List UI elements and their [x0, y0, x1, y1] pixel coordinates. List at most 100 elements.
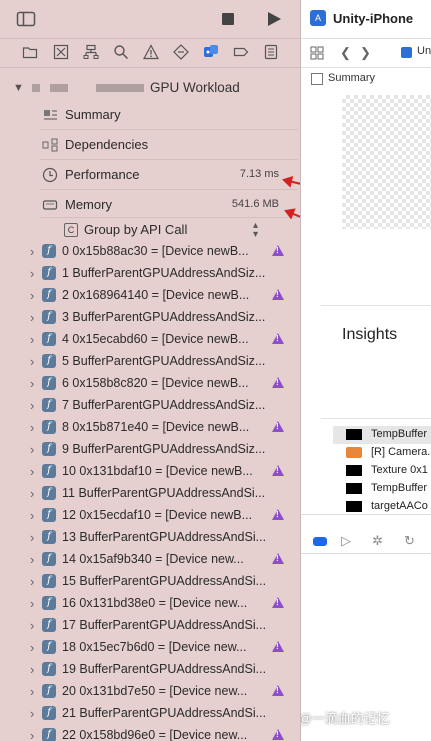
warning-icon[interactable] — [272, 333, 284, 344]
memory-item[interactable]: Memory 541.6 MB — [40, 191, 295, 219]
warning-icon[interactable] — [272, 597, 284, 608]
api-call-row[interactable]: › f 18 0x15ec7b6d0 = [Device new... — [0, 637, 300, 659]
breakpoint-icon[interactable] — [233, 44, 249, 60]
chevron-right-icon[interactable]: › — [30, 706, 34, 721]
report-icon[interactable] — [263, 44, 279, 60]
chevron-right-icon[interactable]: › — [30, 618, 34, 633]
group-by-selector[interactable]: C Group by API Call ▴ ▾ — [64, 219, 294, 241]
chevron-right-icon[interactable]: › — [30, 464, 34, 479]
api-call-row[interactable]: › f 13 BufferParentGPUAddressAndSi... — [0, 527, 300, 549]
stepper-icon[interactable]: ▴ ▾ — [253, 221, 258, 240]
chevron-right-icon[interactable]: › — [30, 728, 34, 741]
summary-item[interactable]: Summary — [40, 101, 295, 129]
chevron-right-icon[interactable]: › — [30, 332, 34, 347]
jump-bar-crumb[interactable]: Uni — [417, 45, 431, 57]
chevron-right-icon[interactable]: › — [30, 354, 34, 369]
warning-icon[interactable] — [272, 465, 284, 476]
api-call-row[interactable]: › f 11 BufferParentGPUAddressAndSi... — [0, 483, 300, 505]
breakpoints-toggle-icon[interactable] — [313, 537, 327, 546]
chevron-right-icon[interactable]: › — [30, 266, 34, 281]
redacted-block — [50, 84, 68, 92]
continue-icon[interactable]: ▷ — [341, 533, 351, 549]
resource-item[interactable]: [R] Camera. — [333, 444, 431, 462]
gpu-workload-root[interactable]: ▼ GPU Workload — [0, 78, 300, 100]
folder-icon[interactable] — [22, 44, 38, 60]
api-call-row[interactable]: › f 10 0x131bdaf10 = [Device newB... — [0, 461, 300, 483]
warning-icon[interactable] — [272, 729, 284, 740]
chevron-right-icon[interactable]: › — [30, 662, 34, 677]
api-call-row[interactable]: › f 14 0x15af9b340 = [Device new... — [0, 549, 300, 571]
api-call-row[interactable]: › f 4 0x15ecabd60 = [Device newB... — [0, 329, 300, 351]
api-call-row[interactable]: › f 20 0x131bd7e50 = [Device new... — [0, 681, 300, 703]
api-call-row[interactable]: › f 17 BufferParentGPUAddressAndSi... — [0, 615, 300, 637]
chevron-down-icon[interactable]: ▼ — [13, 82, 24, 94]
warning-icon[interactable] — [272, 377, 284, 388]
api-call-row[interactable]: › f 6 0x158b8c820 = [Device newB... — [0, 373, 300, 395]
source-control-icon[interactable] — [53, 44, 69, 60]
search-icon[interactable] — [113, 44, 129, 60]
warning-icon[interactable] — [272, 641, 284, 652]
issue-icon[interactable] — [143, 44, 159, 60]
chevron-right-icon[interactable]: › — [30, 508, 34, 523]
sidebar-toggle-icon[interactable] — [16, 9, 36, 29]
function-icon: f — [42, 442, 56, 456]
api-call-label: 6 0x158b8c820 = [Device newB... — [62, 376, 249, 390]
warning-icon[interactable] — [272, 421, 284, 432]
api-call-row[interactable]: › f 12 0x15ecdaf10 = [Device newB... — [0, 505, 300, 527]
dependencies-item[interactable]: Dependencies — [40, 131, 295, 159]
chevron-right-icon[interactable]: › — [30, 552, 34, 567]
api-call-row[interactable]: › f 19 BufferParentGPUAddressAndSi... — [0, 659, 300, 681]
resource-label: [R] Camera. — [371, 446, 431, 458]
api-call-row[interactable]: › f 3 BufferParentGPUAddressAndSiz... — [0, 307, 300, 329]
api-call-label: 20 0x131bd7e50 = [Device new... — [62, 684, 248, 698]
warning-icon[interactable] — [272, 553, 284, 564]
chevron-right-icon[interactable]: › — [30, 684, 34, 699]
api-call-row[interactable]: › f 8 0x15b871e40 = [Device newB... — [0, 417, 300, 439]
warning-icon[interactable] — [272, 685, 284, 696]
reload-icon[interactable]: ↻ — [404, 533, 415, 549]
api-call-row[interactable]: › f 2 0x168964140 = [Device newB... — [0, 285, 300, 307]
chevron-right-icon[interactable]: › — [30, 420, 34, 435]
stop-icon[interactable] — [218, 9, 238, 29]
api-call-row[interactable]: › f 9 BufferParentGPUAddressAndSiz... — [0, 439, 300, 461]
chevron-right-icon[interactable]: › — [30, 376, 34, 391]
back-icon[interactable]: ❮ — [340, 45, 351, 61]
run-icon[interactable] — [264, 9, 284, 29]
hierarchy-icon[interactable] — [83, 44, 99, 60]
warning-icon[interactable] — [272, 245, 284, 256]
api-call-row[interactable]: › f 5 BufferParentGPUAddressAndSiz... — [0, 351, 300, 373]
watermark: 知乎 @一滴血的记忆 — [301, 711, 390, 726]
bug-icon[interactable]: ✲ — [372, 533, 383, 549]
forward-icon[interactable]: ❯ — [360, 45, 371, 61]
warning-icon[interactable] — [272, 289, 284, 300]
redacted-block — [32, 84, 40, 92]
chevron-right-icon[interactable]: › — [30, 244, 34, 259]
warning-icon[interactable] — [272, 509, 284, 520]
chevron-right-icon[interactable]: › — [30, 442, 34, 457]
chevron-right-icon[interactable]: › — [30, 530, 34, 545]
performance-item[interactable]: Performance 7.13 ms — [40, 161, 295, 189]
api-call-row[interactable]: › f 16 0x131bd38e0 = [Device new... — [0, 593, 300, 615]
chevron-right-icon[interactable]: › — [30, 596, 34, 611]
chevron-right-icon[interactable]: › — [30, 574, 34, 589]
chevron-right-icon[interactable]: › — [30, 310, 34, 325]
resource-item[interactable]: TempBuffer — [333, 480, 431, 498]
row-divider — [40, 129, 298, 130]
api-call-row[interactable]: › f 22 0x158bd96e0 = [Device new... — [0, 725, 300, 741]
test-icon[interactable] — [173, 44, 189, 60]
api-call-row[interactable]: › f 15 BufferParentGPUAddressAndSi... — [0, 571, 300, 593]
chevron-right-icon[interactable]: › — [30, 640, 34, 655]
chevron-right-icon[interactable]: › — [30, 398, 34, 413]
scheme-bar[interactable]: A Unity-iPhone — [301, 0, 431, 38]
api-call-row[interactable]: › f 0 0x15b88ac30 = [Device newB... — [0, 241, 300, 263]
api-call-row[interactable]: › f 7 BufferParentGPUAddressAndSiz... — [0, 395, 300, 417]
workload-title: GPU Workload — [150, 80, 240, 95]
chevron-right-icon[interactable]: › — [30, 288, 34, 303]
resource-item[interactable]: Texture 0x1 — [333, 462, 431, 480]
grid-icon[interactable] — [310, 46, 324, 60]
debug-icon[interactable] — [203, 44, 219, 60]
api-call-row[interactable]: › f 1 BufferParentGPUAddressAndSiz... — [0, 263, 300, 285]
resource-item[interactable]: TempBuffer — [333, 426, 431, 444]
chevron-right-icon[interactable]: › — [30, 486, 34, 501]
api-call-row[interactable]: › f 21 BufferParentGPUAddressAndSi... — [0, 703, 300, 725]
